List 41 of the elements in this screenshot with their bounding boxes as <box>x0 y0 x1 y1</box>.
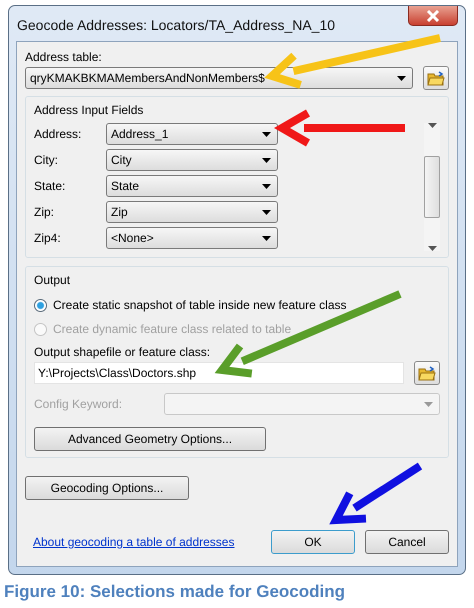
caret-icon <box>428 246 436 251</box>
field-label: Zip4: <box>34 231 62 245</box>
browse-folder-button[interactable] <box>423 66 449 90</box>
ok-button[interactable]: OK <box>271 530 355 554</box>
config-keyword-label: Config Keyword: <box>34 397 124 411</box>
scrollbar[interactable] <box>424 123 440 251</box>
field-dropdown[interactable]: <None> <box>106 227 278 249</box>
field-dropdown[interactable]: City <box>106 149 278 171</box>
caret-icon <box>262 132 271 136</box>
caret-icon <box>262 158 271 162</box>
cancel-button[interactable]: Cancel <box>365 530 449 554</box>
group-title: Address Input Fields <box>34 103 144 117</box>
advanced-geometry-button[interactable]: Advanced Geometry Options... <box>34 427 266 451</box>
field-label: City: <box>34 153 59 167</box>
field-dropdown[interactable]: Address_1 <box>106 123 278 145</box>
field-label: Zip: <box>34 205 56 219</box>
close-button[interactable] <box>408 6 458 26</box>
geocoding-options-button[interactable]: Geocoding Options... <box>25 476 189 500</box>
field-label: Address: <box>34 127 82 141</box>
caret-icon <box>428 123 436 128</box>
group-title: Output <box>34 273 72 287</box>
field-label: State: <box>34 179 66 193</box>
radio-button[interactable] <box>34 298 47 312</box>
caret-icon <box>262 184 271 188</box>
radio-label: Create dynamic feature class related to table <box>53 322 292 336</box>
address-table-dropdown[interactable]: qryKMAKBKMAMembersAndNonMembers$ <box>25 67 413 89</box>
caret-icon <box>424 402 433 406</box>
window-title: Geocode Addresses: Locators/TA_Address_NA_10 <box>17 17 336 33</box>
close-icon <box>426 10 440 22</box>
browse-folder-button[interactable] <box>414 361 440 385</box>
address-table-label: Address table: <box>25 50 103 64</box>
shapefile-label: Output shapefile or feature class: <box>34 345 212 359</box>
caret-icon <box>262 210 271 214</box>
caret-icon <box>262 236 271 240</box>
help-link[interactable]: About geocoding a table of addresses <box>33 535 234 549</box>
field-dropdown[interactable]: State <box>106 175 278 197</box>
caret-icon <box>397 76 406 80</box>
field-dropdown[interactable]: Zip <box>106 201 278 223</box>
shapefile-input-field[interactable]: Y:\Projects\Class\Doctors.shp <box>34 362 404 384</box>
figure-caption: Figure 10: Selections made for Geocoding <box>4 582 346 602</box>
radio-label: Create static snapshot of table inside new feature class <box>53 298 346 312</box>
